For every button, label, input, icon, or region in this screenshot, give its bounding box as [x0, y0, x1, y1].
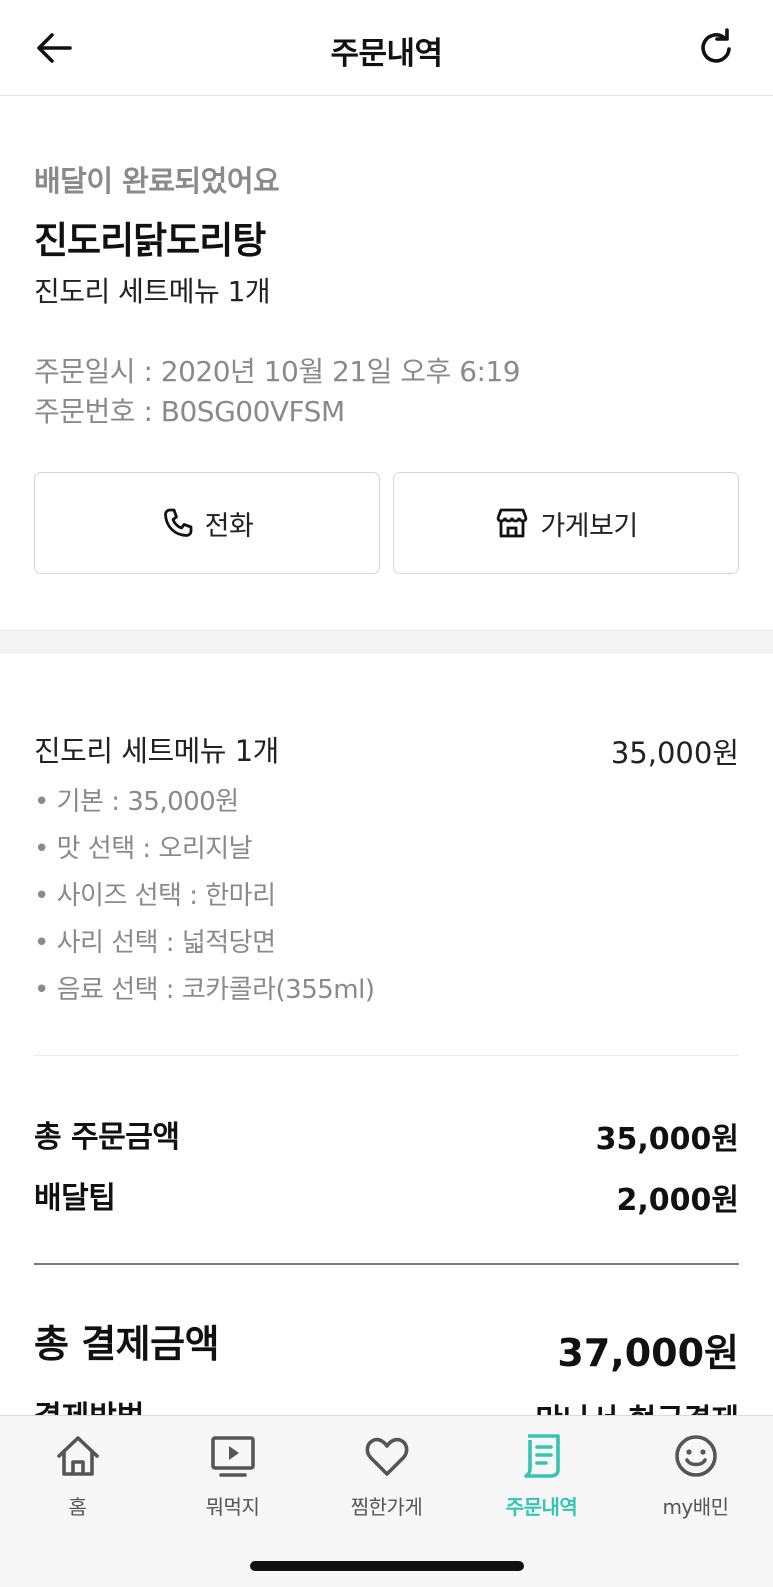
- payment-total-label: 총 결제금액: [34, 1322, 220, 1366]
- tab-orders[interactable]: 주문내역: [464, 1416, 619, 1536]
- item-option: • 맛 선택 : 오리지날: [34, 834, 253, 864]
- phone-icon: [163, 508, 193, 537]
- call-button-label: 전화: [204, 510, 254, 542]
- item-name: 진도리 세트메뉴 1개: [34, 734, 279, 768]
- tab-label: 홈: [68, 1495, 87, 1519]
- tab-label: my배민: [662, 1495, 729, 1519]
- delivery-tip-label: 배달팁: [34, 1181, 116, 1216]
- section-divider: [0, 630, 773, 654]
- tab-my-baemin[interactable]: my배민: [618, 1416, 773, 1536]
- order-number: 주문번호 : B0SG00VFSM: [34, 395, 345, 428]
- smiley-icon: [675, 1435, 717, 1477]
- order-date: 주문일시 : 2020년 10월 21일 오후 6:19: [34, 355, 521, 388]
- tab-favorites[interactable]: 찜한가게: [309, 1416, 464, 1536]
- page-title: 주문내역: [330, 36, 443, 72]
- item-option: • 사이즈 선택 : 한마리: [34, 881, 276, 911]
- divider: [34, 1263, 739, 1265]
- item-option: • 음료 선택 : 코카콜라(355ml): [34, 975, 375, 1005]
- view-store-button-label: 가게보기: [540, 510, 638, 542]
- tab-label: 찜한가게: [350, 1495, 423, 1519]
- delivery-tip-value: 2,000원: [616, 1183, 740, 1218]
- play-screen-icon: [211, 1436, 255, 1477]
- tab-label: 뭐먹지: [205, 1495, 260, 1519]
- delivery-status: 배달이 완료되었어요: [34, 164, 280, 198]
- item-option: • 기본 : 35,000원: [34, 787, 239, 817]
- home-icon: [57, 1436, 99, 1476]
- store-icon: [496, 508, 528, 538]
- payment-total-value: 37,000원: [557, 1331, 739, 1375]
- item-price: 35,000원: [610, 736, 739, 770]
- home-indicator: [250, 1561, 524, 1571]
- tab-label: 주문내역: [505, 1495, 578, 1519]
- store-name: 진도리닭도리탕: [34, 219, 266, 262]
- divider: [34, 1055, 739, 1056]
- view-store-button[interactable]: 가게보기: [393, 472, 739, 574]
- call-button[interactable]: 전화: [34, 472, 380, 574]
- order-summary: 진도리 세트메뉴 1개: [34, 275, 271, 308]
- order-list-icon: [524, 1434, 560, 1478]
- order-total-label: 총 주문금액: [34, 1120, 180, 1155]
- item-option: • 사리 선택 : 넓적당면: [34, 928, 276, 958]
- order-total-value: 35,000원: [595, 1122, 739, 1157]
- heart-icon: [365, 1437, 409, 1476]
- tab-home[interactable]: 홈: [0, 1416, 155, 1536]
- app-header: 주문내역: [0, 0, 773, 96]
- tab-what-to-eat[interactable]: 뭐먹지: [155, 1416, 310, 1536]
- refresh-icon[interactable]: [696, 28, 736, 68]
